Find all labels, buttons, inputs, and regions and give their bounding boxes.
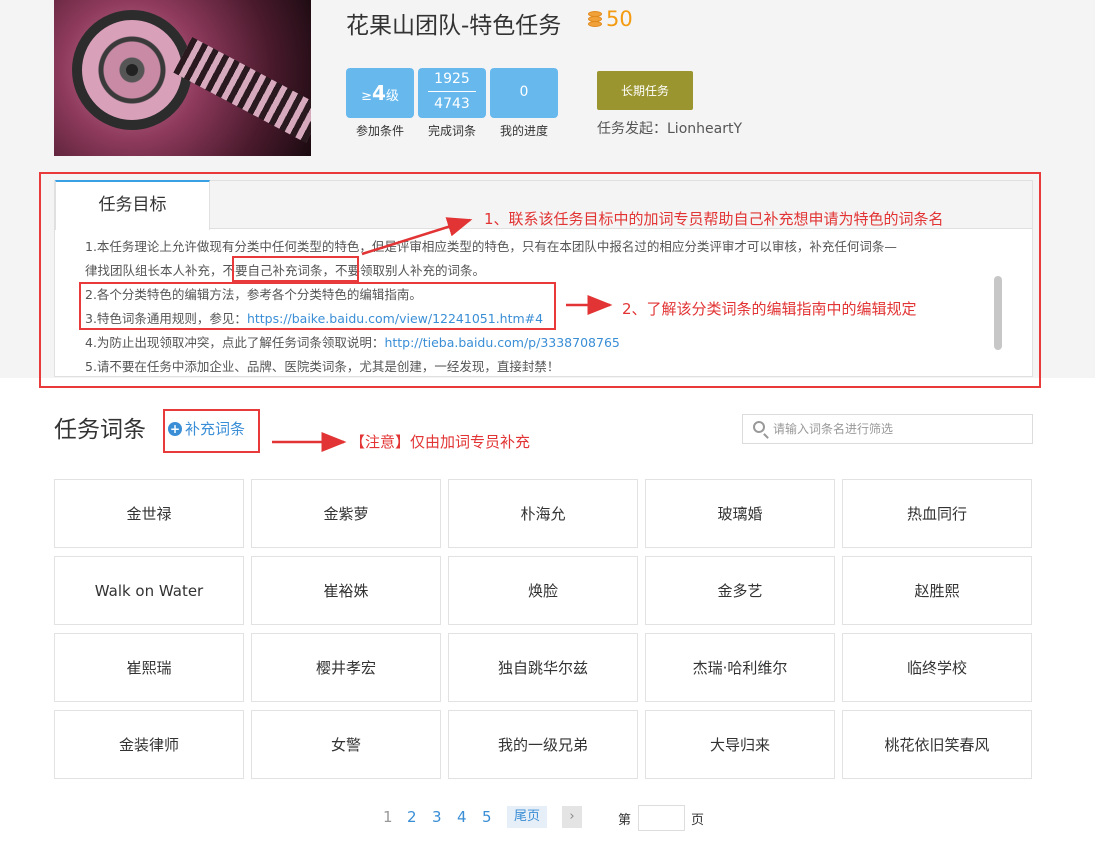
goto-prefix: 第 — [618, 813, 632, 828]
level-prefix: ≥ — [361, 89, 372, 104]
words-done: 1925 — [428, 68, 476, 92]
add-word-button[interactable]: + 补充词条 — [168, 418, 245, 439]
word-item[interactable]: 金紫萝 — [251, 479, 441, 548]
word-item[interactable]: Walk on Water — [54, 556, 244, 625]
goto-page-input[interactable] — [638, 805, 685, 831]
word-item[interactable]: 临终学校 — [842, 633, 1032, 702]
word-item[interactable]: 樱井孝宏 — [251, 633, 441, 702]
word-item[interactable]: 焕脸 — [448, 556, 638, 625]
annotation-rules-box — [79, 282, 556, 330]
task-initiator: 任务发起：LionheartY — [597, 121, 742, 137]
level-suffix: 级 — [385, 89, 399, 104]
annotation-note-3: 【注意】仅由加词专员补充 — [350, 433, 531, 451]
task-words-title: 任务词条 — [54, 417, 146, 443]
level-requirement-badge: ≥4级 — [346, 68, 414, 118]
film-strip-graphic — [173, 37, 311, 143]
word-filter-input[interactable] — [773, 419, 1023, 439]
add-word-label: 补充词条 — [185, 420, 246, 438]
plus-circle-icon: + — [168, 421, 182, 436]
level-requirement-label: 参加条件 — [355, 124, 404, 138]
search-icon — [753, 421, 765, 433]
words-total: 4743 — [434, 96, 470, 112]
word-item[interactable]: 崔裕姝 — [251, 556, 441, 625]
next-page-button[interactable]: › — [562, 806, 582, 828]
word-item[interactable]: 大导归来 — [645, 710, 835, 779]
page-2[interactable]: 2 — [407, 808, 417, 826]
word-item[interactable]: 杰瑞·哈利维尔 — [645, 633, 835, 702]
page-5[interactable]: 5 — [482, 808, 492, 826]
word-item[interactable]: 金多艺 — [645, 556, 835, 625]
word-item[interactable]: 玻璃婚 — [645, 479, 835, 548]
word-item[interactable]: 朴海允 — [448, 479, 638, 548]
word-item[interactable]: 赵胜熙 — [842, 556, 1032, 625]
coin-value: 50 — [606, 7, 633, 31]
annotation-no-self-add-box — [232, 256, 359, 282]
word-item[interactable]: 桃花依旧笑春风 — [842, 710, 1032, 779]
word-item[interactable]: 女警 — [251, 710, 441, 779]
word-item[interactable]: 金世禄 — [54, 479, 244, 548]
progress-value: 0 — [519, 84, 529, 100]
page-3[interactable]: 3 — [432, 808, 442, 826]
my-progress-badge: 0 — [490, 68, 558, 118]
completed-words-badge: 1925 4743 — [418, 68, 486, 118]
annotation-note-1: 1、联系该任务目标中的加词专员帮助自己补充想申请为特色的词条名 — [484, 210, 944, 228]
word-grid: 金世禄 金紫萝 朴海允 玻璃婚 热血同行 Walk on Water 崔裕姝 焕… — [54, 479, 1033, 779]
word-item[interactable]: 我的一级兄弟 — [448, 710, 638, 779]
page-title: 花果山团队-特色任务 — [346, 13, 562, 39]
long-task-button[interactable]: 长期任务 — [597, 71, 693, 110]
word-item[interactable]: 崔熙瑞 — [54, 633, 244, 702]
page-1[interactable]: 1 — [383, 808, 393, 826]
pagination: 1 2 3 4 5 尾页 › 第 页 — [0, 805, 1095, 831]
task-cover-image — [54, 0, 311, 156]
last-page-button[interactable]: 尾页 — [507, 806, 547, 828]
coin-icon — [586, 11, 604, 31]
completed-words-label: 完成词条 — [427, 124, 476, 138]
level-number: 4 — [371, 81, 386, 105]
annotation-note-2: 2、了解该分类词条的编辑指南中的编辑规定 — [622, 300, 917, 318]
goto-suffix: 页 — [691, 813, 705, 828]
word-item[interactable]: 热血同行 — [842, 479, 1032, 548]
word-item[interactable]: 独自跳华尔兹 — [448, 633, 638, 702]
word-item[interactable]: 金装律师 — [54, 710, 244, 779]
my-progress-label: 我的进度 — [499, 124, 548, 138]
page-4[interactable]: 4 — [457, 808, 467, 826]
annotation-goal-box — [39, 172, 1041, 388]
word-filter-search[interactable] — [742, 414, 1033, 444]
